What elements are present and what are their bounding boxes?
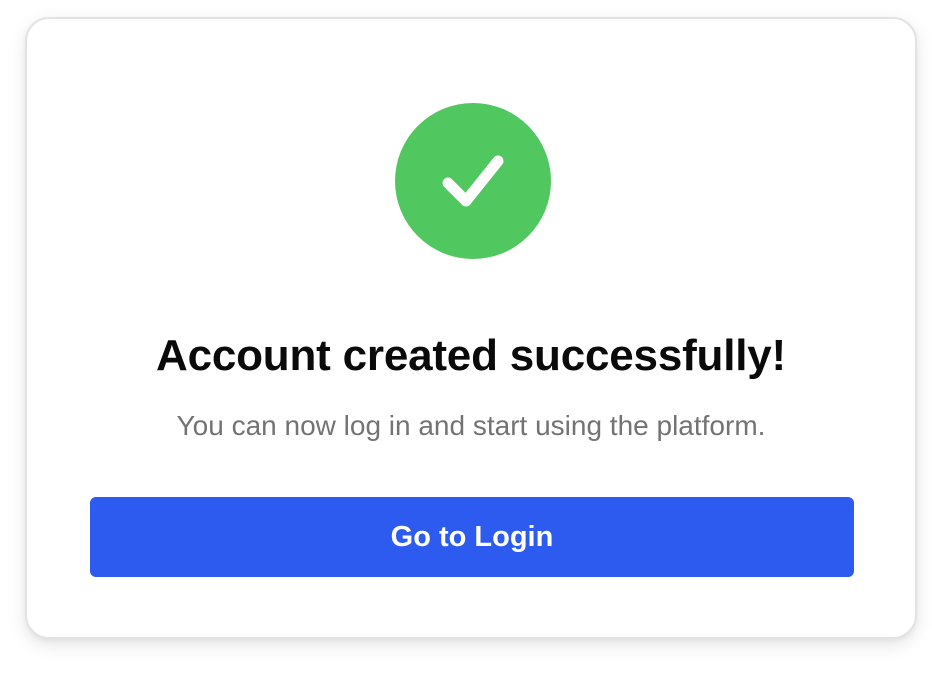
check-circle-icon xyxy=(395,103,551,259)
success-card: Account created successfully! You can no… xyxy=(25,17,917,639)
go-to-login-button[interactable]: Go to Login xyxy=(90,497,854,577)
success-title: Account created successfully! xyxy=(156,331,786,380)
success-message: You can now log in and start using the p… xyxy=(176,410,766,441)
checkmark-icon xyxy=(442,155,504,207)
